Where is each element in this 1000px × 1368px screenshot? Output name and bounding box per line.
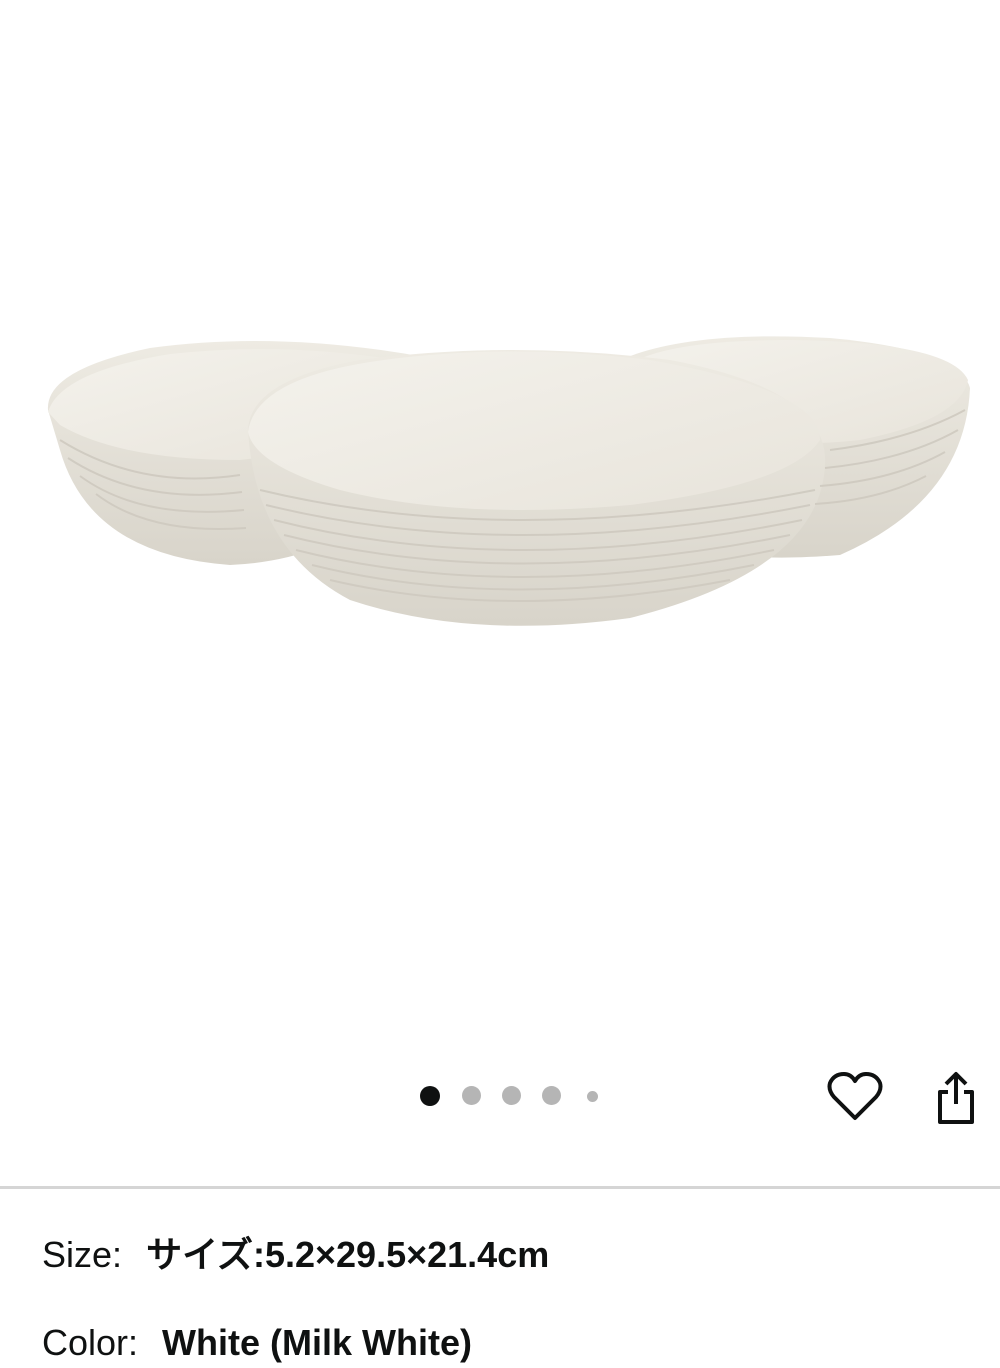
carousel-dot[interactable] — [462, 1086, 481, 1105]
share-icon — [938, 1072, 974, 1124]
size-label: Size: — [42, 1234, 123, 1275]
product-image[interactable] — [30, 300, 980, 660]
size-value: サイズ:5.2×29.5×21.4cm — [146, 1234, 550, 1275]
product-image-gallery[interactable] — [0, 0, 1000, 1124]
carousel-dot[interactable] — [542, 1086, 561, 1105]
color-label: Color: — [42, 1322, 139, 1363]
carousel-dot[interactable] — [502, 1086, 521, 1105]
wishlist-button[interactable] — [826, 1068, 884, 1126]
size-variation: Size: サイズ:5.2×29.5×21.4cm — [42, 1230, 549, 1280]
carousel-dot[interactable] — [587, 1091, 598, 1102]
section-divider — [0, 1186, 1000, 1189]
color-value: White (Milk White) — [162, 1322, 473, 1363]
color-variation: Color: White (Milk White) — [42, 1318, 472, 1368]
carousel-dot-active[interactable] — [420, 1086, 440, 1106]
heart-outline-icon — [827, 1072, 883, 1120]
share-button[interactable] — [926, 1068, 986, 1128]
